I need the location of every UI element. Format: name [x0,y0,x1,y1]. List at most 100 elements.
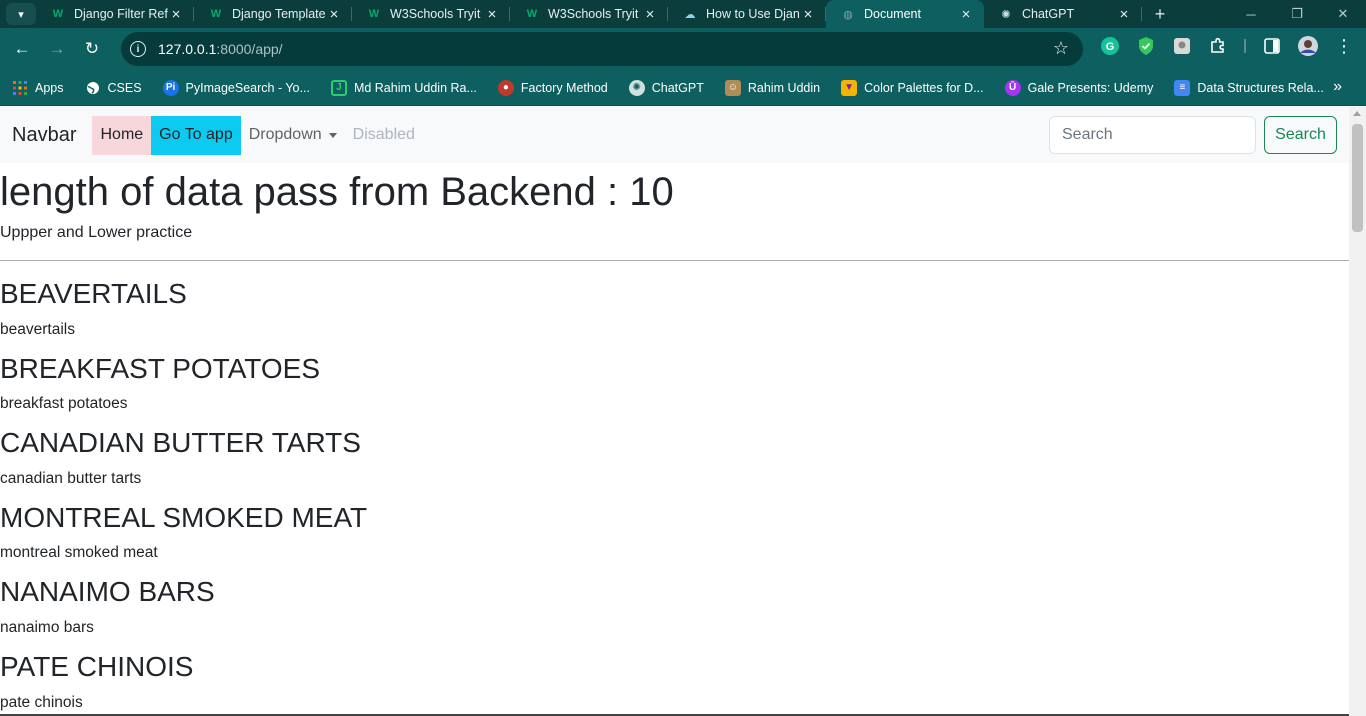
tab-django-template[interactable]: W Django Template × [194,0,352,28]
globe-icon: ◍ [843,8,853,21]
item-lower: canadian butter tarts [0,469,142,487]
restore-button[interactable]: ❐ [1274,0,1320,28]
tab-w3schools-tryit-2[interactable]: W W3Schools Tryit × [510,0,668,28]
profile-avatar[interactable] [1296,34,1320,58]
plus-icon: + [1154,3,1166,24]
shield-icon[interactable] [1134,34,1158,58]
arrow-left-icon: ← [13,39,31,58]
bookmark-factory-method[interactable]: ● Factory Method [497,79,608,96]
w3schools-icon: W [52,8,64,20]
scrollbar-thumb[interactable] [1352,124,1363,232]
bookmark-label: ChatGPT [651,80,704,95]
list-item: PATE CHINOIS pate chinois [0,650,1349,712]
close-icon: ✕ [1337,6,1349,21]
tab-django-filter-ref[interactable]: W Django Filter Ref × [36,0,194,28]
page-viewport: Navbar Home Go To app Dropdown Disabled … [0,107,1349,716]
close-icon[interactable]: × [642,6,658,23]
extension-photo-icon[interactable] [1170,34,1194,58]
item-upper: PATE CHINOIS [0,650,194,682]
item-lower: breakfast potatoes [0,395,128,413]
tab-label: How to Use Djan [706,7,800,21]
toolbar-divider [1244,39,1246,53]
bookmark-label: PyImageSearch - Yo... [185,80,310,95]
search-input[interactable] [1049,116,1256,154]
address-bar[interactable]: i 127.0.0.1:8000/app/ ☆ [121,32,1083,66]
item-lower: pate chinois [0,693,83,711]
tab-w3schools-tryit-1[interactable]: W W3Schools Tryit × [352,0,510,28]
bookmark-color-palettes[interactable]: ▼ Color Palettes for D... [841,79,984,96]
tab-search-button[interactable]: ▾ [6,3,36,25]
navbar: Navbar Home Go To app Dropdown Disabled … [0,107,1349,163]
item-upper: NANAIMO BARS [0,576,215,608]
url-text[interactable]: 127.0.0.1:8000/app/ [158,41,283,57]
bookmark-star-icon[interactable]: ☆ [1053,38,1069,59]
bookmark-rahim-uddin[interactable]: ☺ Rahim Uddin [724,79,821,96]
bookmark-cses[interactable]: CSES [85,80,142,96]
url-host: 127.0.0.1 [158,41,217,57]
tab-chatgpt[interactable]: ✺ ChatGPT × [984,0,1142,28]
reload-button[interactable]: ↻ [78,35,106,63]
arrow-right-icon: → [48,39,66,58]
page-title: length of data pass from Backend : 10 [0,170,674,214]
new-tab-button[interactable]: + [1146,4,1174,25]
bookmark-chatgpt[interactable]: ✺ ChatGPT [628,79,704,96]
item-upper: CANADIAN BUTTER TARTS [0,427,361,459]
chatgpt-icon: ✺ [628,79,645,96]
bookmark-label: Gale Presents: Udemy [1027,80,1154,95]
navbar-brand[interactable]: Navbar [12,124,76,147]
tab-label: Document [864,7,921,21]
nav-link-go-to-app[interactable]: Go To app [151,115,241,155]
cloud-icon: ☁ [684,8,696,21]
bookmark-apps[interactable]: Apps [12,80,64,96]
vertical-scrollbar[interactable] [1349,107,1366,716]
items-list: BEAVERTAILS beavertails BREAKFAST POTATO… [0,277,1349,712]
bookmark-gale-udemy[interactable]: Ū Gale Presents: Udemy [1004,79,1154,96]
tab-how-to-use-django[interactable]: ☁ How to Use Djan × [668,0,826,28]
divider [0,260,1349,261]
more-menu-icon[interactable]: ⋮ [1332,34,1356,58]
scroll-up-arrow-icon[interactable] [1353,111,1361,116]
search-button[interactable]: Search [1264,116,1337,154]
close-icon[interactable]: × [800,6,816,23]
page-subtitle: Uppper and Lower practice [0,224,193,241]
list-item: BEAVERTAILS beavertails [0,277,1349,339]
bookmark-label: Factory Method [520,80,608,95]
tab-document[interactable]: ◍ Document × [826,0,984,28]
nav-link-disabled: Disabled [352,126,415,143]
forward-button[interactable]: → [43,35,71,63]
docs-icon: ≡ [1174,79,1191,96]
nav-link-home[interactable]: Home [92,115,152,155]
grammarly-icon[interactable]: G [1098,34,1122,58]
side-panel-icon[interactable] [1260,34,1284,58]
list-item: CANADIAN BUTTER TARTS canadian butter ta… [0,426,1349,488]
restore-icon: ❐ [1291,6,1303,21]
leetcode-icon: J [330,79,347,96]
svg-text:G: G [1106,41,1115,53]
item-lower: beavertails [0,320,75,338]
minimize-button[interactable]: ─ [1228,0,1274,28]
site-info-icon[interactable]: i [130,41,146,57]
close-icon[interactable]: × [168,6,184,23]
browser-toolbar: ← → ↻ i 127.0.0.1:8000/app/ ☆ G ⋮ [0,28,1366,70]
tab-label: Django Filter Ref [74,7,168,21]
extensions-puzzle-icon[interactable] [1206,34,1230,58]
bookmark-pyimagesearch[interactable]: Pi PyImageSearch - Yo... [162,79,310,96]
bookmark-label: Rahim Uddin [747,80,821,95]
bookmark-data-structures[interactable]: ≡ Data Structures Rela... [1174,79,1324,96]
back-button[interactable]: ← [8,35,36,63]
list-item: MONTREAL SMOKED MEAT montreal smoked mea… [0,501,1349,563]
close-icon[interactable]: × [326,6,342,23]
close-icon[interactable]: × [1116,6,1132,23]
close-icon[interactable]: × [484,6,500,23]
item-upper: BEAVERTAILS [0,278,187,309]
minimize-icon: ─ [1246,6,1256,22]
refactoring-icon: ● [497,79,514,96]
list-item: BREAKFAST POTATOES breakfast potatoes [0,352,1349,414]
w3schools-icon: W [368,8,380,20]
close-window-button[interactable]: ✕ [1320,0,1366,28]
more-bookmarks-icon[interactable]: » [1333,78,1342,96]
url-path: :8000/app/ [216,41,283,57]
close-icon[interactable]: × [958,6,974,23]
nav-dropdown[interactable]: Dropdown [241,116,345,155]
bookmark-md-rahim-uddin[interactable]: J Md Rahim Uddin Ra... [330,79,477,96]
